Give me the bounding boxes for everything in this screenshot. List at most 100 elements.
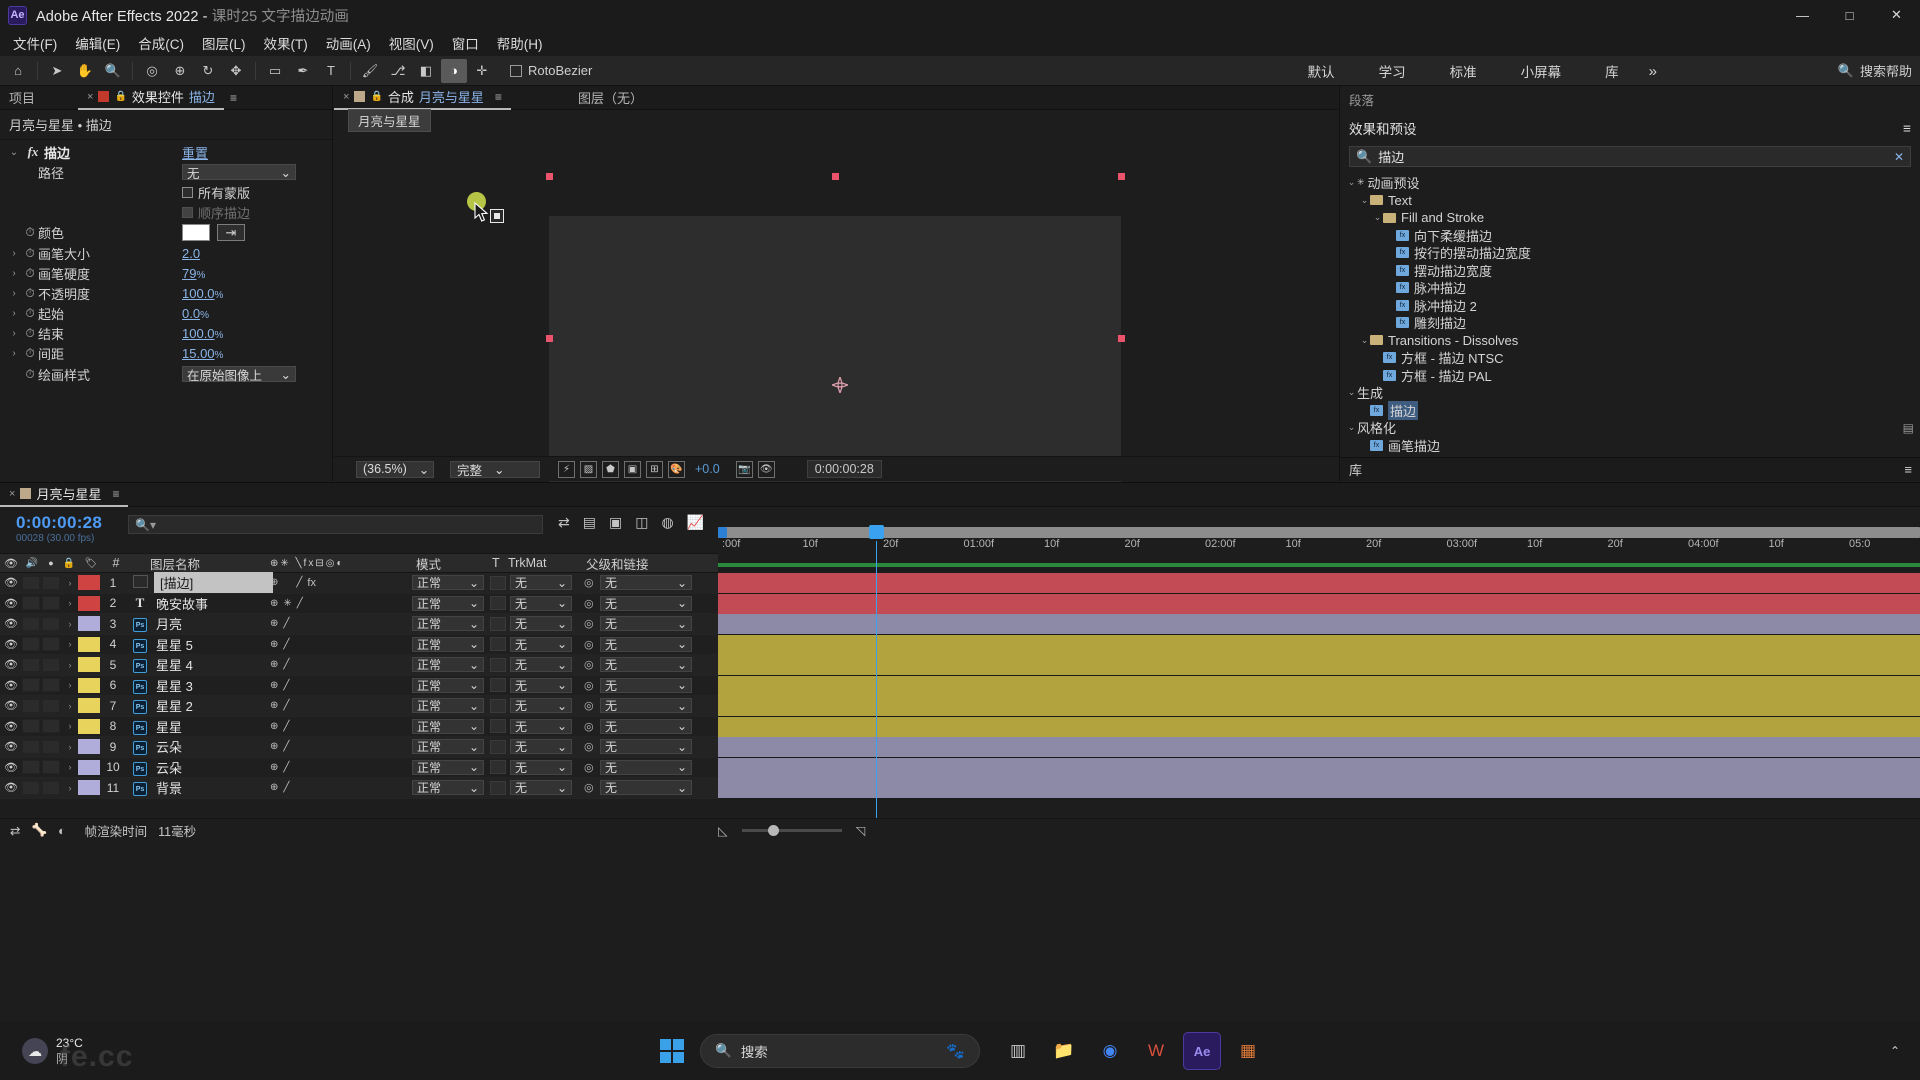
pen-tool[interactable]: ✒ bbox=[290, 59, 316, 83]
track-matte-dropdown[interactable]: 无 ⌄ bbox=[510, 595, 572, 611]
color-swatch[interactable] bbox=[182, 224, 210, 242]
twirl-icon[interactable]: › bbox=[6, 348, 22, 359]
selection-handle[interactable] bbox=[1118, 173, 1125, 180]
audio-toggle[interactable] bbox=[22, 780, 40, 795]
parent-dropdown[interactable]: 无 ⌄ bbox=[600, 718, 692, 734]
effects-icon[interactable]: ╱ bbox=[283, 639, 289, 650]
layer-bar-row[interactable] bbox=[718, 655, 1920, 676]
close-button[interactable]: ✕ bbox=[1873, 0, 1920, 30]
track-matte-dropdown[interactable]: 无 ⌄ bbox=[510, 616, 572, 632]
property-color-颜色[interactable]: ⇥ bbox=[182, 224, 245, 242]
file-explorer-icon[interactable]: 📁 bbox=[1045, 1032, 1083, 1070]
selection-handle[interactable] bbox=[1118, 335, 1125, 342]
menu-item-2[interactable]: 合成(C) bbox=[129, 30, 193, 56]
layer-duration-bar[interactable] bbox=[718, 696, 1920, 716]
menu-item-3[interactable]: 图层(L) bbox=[193, 30, 255, 56]
home-icon[interactable]: ⌂ bbox=[5, 59, 31, 83]
effects-icon[interactable]: ╱ bbox=[297, 598, 303, 609]
motion-blur-icon[interactable]: ◍ bbox=[661, 514, 673, 531]
effect-header-row[interactable]: ⌄ fx 描边 重置 bbox=[0, 142, 332, 162]
layer-name[interactable]: 星星 5 bbox=[154, 635, 193, 654]
effects-icon[interactable]: ╱ bbox=[296, 577, 302, 588]
twirl-icon[interactable]: ⌄ bbox=[1346, 422, 1357, 433]
property-value-间距[interactable]: 15.00% bbox=[182, 346, 223, 361]
work-area-bar[interactable] bbox=[718, 527, 1920, 538]
roto-brush-tool[interactable]: ◑ bbox=[441, 58, 467, 83]
tab-layer[interactable]: 图层（无） bbox=[569, 86, 652, 110]
tree-node-动画预设[interactable]: ⌄ ✳ 动画预设 bbox=[1340, 174, 1920, 192]
twirl-icon[interactable]: ⌄ bbox=[6, 147, 22, 158]
effects-icon[interactable]: ╱ bbox=[283, 659, 289, 670]
parent-dropdown[interactable]: 无 ⌄ bbox=[600, 759, 692, 775]
layer-bar-row[interactable] bbox=[718, 573, 1920, 594]
layer-name[interactable]: 云朵 bbox=[154, 758, 182, 777]
parent-pickwhip-icon[interactable]: ◎ bbox=[584, 679, 594, 692]
tab-composition[interactable]: × 🔒 合成 月亮与星星 ≡ bbox=[334, 86, 511, 110]
property-row-不透明度[interactable]: › ⏱ 不透明度 100.0% bbox=[0, 283, 332, 303]
layer-bar-row[interactable] bbox=[718, 593, 1920, 614]
collapse-transform-icon[interactable]: ⊕ bbox=[270, 782, 278, 793]
effects-icon[interactable]: ╱ bbox=[283, 741, 289, 752]
track-matte-dropdown[interactable]: 无 ⌄ bbox=[510, 677, 572, 693]
layer-bar-row[interactable] bbox=[718, 716, 1920, 737]
effects-search-input[interactable] bbox=[1378, 149, 1888, 164]
parent-dropdown[interactable]: 无 ⌄ bbox=[600, 636, 692, 652]
twirl-icon[interactable]: › bbox=[62, 598, 78, 608]
orbit-tool[interactable]: ◎ bbox=[139, 59, 165, 83]
blend-mode-dropdown[interactable]: 正常 ⌄ bbox=[412, 718, 484, 734]
property-value-画笔硬度[interactable]: 79% bbox=[182, 266, 205, 281]
task-view-icon[interactable]: ▥ bbox=[999, 1032, 1037, 1070]
layer-duration-bar[interactable] bbox=[718, 573, 1920, 593]
frame-blending-icon[interactable]: ◫ bbox=[635, 514, 648, 531]
twirl-icon[interactable]: ⌄ bbox=[1359, 335, 1370, 346]
windows-logo-icon[interactable] bbox=[653, 1032, 691, 1070]
workspace-tab-库[interactable]: 库 bbox=[1583, 56, 1641, 86]
layer-label-color[interactable] bbox=[78, 759, 100, 775]
layer-label-color[interactable] bbox=[78, 636, 100, 652]
audio-toggle[interactable] bbox=[22, 616, 40, 631]
solo-toggle[interactable] bbox=[42, 780, 60, 795]
effects-search-box[interactable]: 🔍 ✕ bbox=[1349, 146, 1911, 167]
menu-item-0[interactable]: 文件(F) bbox=[4, 30, 66, 56]
solo-toggle[interactable] bbox=[42, 616, 60, 631]
menu-item-8[interactable]: 帮助(H) bbox=[488, 30, 552, 56]
property-row-绘画样式[interactable]: ⏱ 绘画样式 在原始图像上 ⌄ bbox=[0, 364, 332, 384]
parent-dropdown[interactable]: 无 ⌄ bbox=[600, 595, 692, 611]
parent-dropdown[interactable]: 无 ⌄ bbox=[600, 657, 692, 673]
transparency-grid-icon[interactable]: ▨ bbox=[580, 460, 597, 478]
fx-icon[interactable]: fx bbox=[307, 577, 321, 589]
parent-pickwhip-icon[interactable]: ◎ bbox=[584, 617, 594, 630]
stopwatch-icon[interactable]: ⏱ bbox=[22, 306, 38, 321]
effects-icon[interactable]: ╱ bbox=[283, 782, 289, 793]
table-row[interactable]: 👁 › 9 Ps 云朵 ⊕ ╱ 正常 ⌄ 无 ⌄ ◎ 无 ⌄ bbox=[0, 737, 718, 758]
twirl-icon[interactable]: › bbox=[6, 268, 22, 279]
parent-pickwhip-icon[interactable]: ◎ bbox=[584, 720, 594, 733]
shape-tool[interactable]: ▭ bbox=[262, 59, 288, 83]
collapse-transform-icon[interactable]: ⊕ bbox=[270, 762, 278, 773]
table-row[interactable]: 👁 › 4 Ps 星星 5 ⊕ ╱ 正常 ⌄ 无 ⌄ ◎ 无 ⌄ bbox=[0, 634, 718, 655]
solo-toggle[interactable] bbox=[42, 698, 60, 713]
layer-bar-row[interactable] bbox=[718, 614, 1920, 635]
graph-editor-icon[interactable]: 📈 bbox=[687, 514, 704, 531]
taskbar-search-box[interactable]: 🔍 搜索 🐾 bbox=[700, 1034, 980, 1068]
menu-item-4[interactable]: 效果(T) bbox=[255, 30, 317, 56]
layer-duration-bar[interactable] bbox=[718, 757, 1920, 778]
pan-camera-tool[interactable]: ⊕ bbox=[167, 59, 193, 83]
work-area-end-handle[interactable] bbox=[1911, 527, 1920, 538]
parent-dropdown[interactable]: 无 ⌄ bbox=[600, 677, 692, 693]
layer-name[interactable]: 背景 bbox=[154, 778, 182, 797]
audio-toggle[interactable] bbox=[22, 575, 40, 590]
table-row[interactable]: 👁 › 11 Ps 背景 ⊕ ╱ 正常 ⌄ 无 ⌄ ◎ 无 ⌄ bbox=[0, 778, 718, 799]
track-matte-dropdown[interactable]: 无 ⌄ bbox=[510, 739, 572, 755]
parent-dropdown[interactable]: 无 ⌄ bbox=[600, 739, 692, 755]
rotation-tool[interactable]: ↻ bbox=[195, 59, 221, 83]
twirl-icon[interactable]: ⌄ bbox=[1346, 387, 1357, 398]
work-area-start-handle[interactable] bbox=[718, 527, 727, 538]
parent-dropdown[interactable]: 无 ⌄ bbox=[600, 698, 692, 714]
tree-node-风格化[interactable]: ⌄ 风格化 bbox=[1340, 419, 1920, 437]
parent-dropdown[interactable]: 无 ⌄ bbox=[600, 575, 692, 591]
solo-toggle[interactable] bbox=[42, 657, 60, 672]
bone-icon[interactable]: 🦴 bbox=[31, 823, 47, 838]
clone-stamp-tool[interactable]: ⎇ bbox=[385, 59, 411, 83]
workspace-tab-学习[interactable]: 学习 bbox=[1357, 56, 1428, 86]
